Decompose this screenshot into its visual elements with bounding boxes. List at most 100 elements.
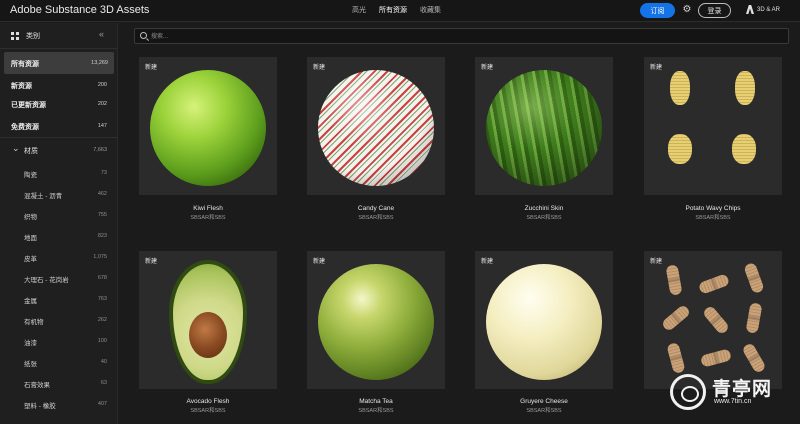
app-title[interactable]: Adobe Substance 3D Assets <box>10 4 149 16</box>
subitem-label: 纸张 <box>24 361 37 368</box>
sidebar-item-count: 147 <box>97 123 107 129</box>
watermark-url: www.7tin.cn <box>714 398 752 405</box>
chip-shape <box>732 134 756 164</box>
sidebar-subitem[interactable]: 织物 755 <box>0 205 118 225</box>
asset-name[interactable]: Candy Cane <box>307 205 445 212</box>
main-nav: 高光 所有资源 收藏集 <box>352 5 441 15</box>
material-thumbnail <box>318 70 434 186</box>
sidebar-item-count: 13,269 <box>91 60 108 66</box>
sidebar-subitem[interactable]: 石膏效果 63 <box>0 373 118 393</box>
watermark-text: 青亭网 <box>712 379 773 400</box>
sidebar-subitem[interactable]: 皮革 1,075 <box>0 247 118 267</box>
sidebar-subitem[interactable]: 陶瓷 73 <box>0 163 118 183</box>
subitem-label: 地面 <box>24 235 37 242</box>
asset-format: SBSAR和SBS <box>358 215 394 221</box>
gear-icon[interactable]: ⚙ <box>681 4 693 16</box>
asset-card-potato-wavy-chips[interactable]: 新建 <box>644 57 782 195</box>
sidebar-header: 类别 « <box>0 23 118 49</box>
sidebar-item-label: 所有资源 <box>11 61 39 68</box>
top-bar: Adobe Substance 3D Assets 高光 所有资源 收藏集 订阅… <box>0 0 800 22</box>
peanut-shape <box>743 261 765 295</box>
search-icon <box>140 32 147 39</box>
new-badge: 新建 <box>313 65 326 71</box>
asset-card-avocado-flesh[interactable]: 新建 <box>139 251 277 389</box>
subscribe-button[interactable]: 订阅 <box>640 3 675 18</box>
subitem-count: 407 <box>97 401 107 407</box>
subitem-label: 陶瓷 <box>24 172 37 179</box>
asset-name[interactable]: Gruyere Cheese <box>475 398 613 405</box>
asset-format: SBSAR和SBS <box>190 408 226 414</box>
subitem-count: 678 <box>97 275 107 281</box>
sidebar-subitem[interactable]: 金属 763 <box>0 289 118 309</box>
sidebar-subitem[interactable]: 混凝土 - 沥青 462 <box>0 184 118 204</box>
asset-card-gruyere-cheese[interactable]: 新建 <box>475 251 613 389</box>
subitem-label: 织物 <box>24 214 37 221</box>
asset-card-zucchini-skin[interactable]: 新建 <box>475 57 613 195</box>
sidebar-item-updated-assets[interactable]: 已更新资源 202 <box>0 93 118 115</box>
subitem-count: 100 <box>97 338 107 344</box>
asset-format: SBSAR和SBS <box>526 215 562 221</box>
search-input[interactable] <box>151 31 771 42</box>
sidebar-item-count: 202 <box>97 101 107 107</box>
watermark-logo-icon <box>670 374 706 410</box>
subitem-count: 73 <box>100 170 107 176</box>
subitem-label: 油漆 <box>24 340 37 347</box>
peanut-shape <box>660 303 692 333</box>
collapse-sidebar-icon[interactable]: « <box>99 29 104 39</box>
peanut-shape <box>701 304 731 336</box>
sidebar-item-free-assets[interactable]: 免费资源 147 <box>0 115 118 137</box>
asset-card-candy-cane[interactable]: 新建 <box>307 57 445 195</box>
asset-name[interactable]: Zucchini Skin <box>475 205 613 212</box>
chevron-down-icon: ⌄ <box>12 143 20 153</box>
sidebar-item-label: 免费资源 <box>11 124 39 131</box>
subitem-count: 823 <box>97 233 107 239</box>
sidebar-subitem[interactable]: 油漆 100 <box>0 331 118 351</box>
subitem-count: 40 <box>100 359 107 365</box>
new-badge: 新建 <box>650 65 663 71</box>
subitem-label: 混凝土 - 沥青 <box>24 193 63 200</box>
watermark: 青亭网 www.7tin.cn <box>670 368 795 420</box>
search-bar <box>134 28 789 44</box>
asset-card-kiwi-flesh[interactable]: 新建 <box>139 57 277 195</box>
subitem-count: 462 <box>97 191 107 197</box>
subitem-count: 755 <box>97 212 107 218</box>
subitem-label: 有机物 <box>24 319 44 326</box>
material-thumbnail <box>486 70 602 186</box>
subitem-label: 大理石 - 花岗岩 <box>24 277 69 284</box>
asset-name[interactable]: Potato Wavy Chips <box>644 205 782 212</box>
asset-format: SBSAR和SBS <box>358 408 394 414</box>
material-thumbnail <box>150 70 266 186</box>
asset-name[interactable]: Avocado Flesh <box>139 398 277 405</box>
nav-collections[interactable]: 收藏集 <box>420 5 441 15</box>
nav-all-assets[interactable]: 所有资源 <box>379 5 407 15</box>
peanut-shape <box>665 264 683 296</box>
asset-name[interactable]: Matcha Tea <box>307 398 445 405</box>
brand-badge[interactable]: 3D & AR <box>746 5 780 14</box>
subitem-label: 金属 <box>24 298 37 305</box>
login-button[interactable]: 登录 <box>698 3 731 18</box>
chip-shape <box>670 71 690 105</box>
sidebar-group-count: 7,663 <box>93 147 107 153</box>
peanut-shape <box>745 302 763 334</box>
sidebar-item-all-assets[interactable]: 所有资源 13,269 <box>4 52 114 74</box>
subitem-label: 皮革 <box>24 256 37 263</box>
sidebar-group-label: 材质 <box>24 148 38 155</box>
subitem-count: 262 <box>97 317 107 323</box>
asset-format: SBSAR和SBS <box>190 215 226 221</box>
nav-highlights[interactable]: 高光 <box>352 5 366 15</box>
new-badge: 新建 <box>481 65 494 71</box>
subitem-label: 塑料 - 橡胶 <box>24 403 56 410</box>
material-thumbnail <box>486 264 602 380</box>
sidebar-group-materials[interactable]: ⌄ 材质 7,663 <box>0 141 118 159</box>
sidebar-subitem[interactable]: 塑料 - 橡胶 407 <box>0 394 118 414</box>
asset-card-matcha-tea[interactable]: 新建 <box>307 251 445 389</box>
brand-label: 3D & AR <box>757 6 781 13</box>
subitem-label: 石膏效果 <box>24 382 50 389</box>
sidebar-subitem[interactable]: 纸张 40 <box>0 352 118 372</box>
sidebar-subitem[interactable]: 地面 823 <box>0 226 118 246</box>
asset-name[interactable]: Kiwi Flesh <box>139 205 277 212</box>
sidebar-subitem[interactable]: 大理石 - 花岗岩 678 <box>0 268 118 288</box>
sidebar-subitem[interactable]: 有机物 262 <box>0 310 118 330</box>
peanut-shape <box>697 273 731 295</box>
subitem-count: 63 <box>100 380 107 386</box>
